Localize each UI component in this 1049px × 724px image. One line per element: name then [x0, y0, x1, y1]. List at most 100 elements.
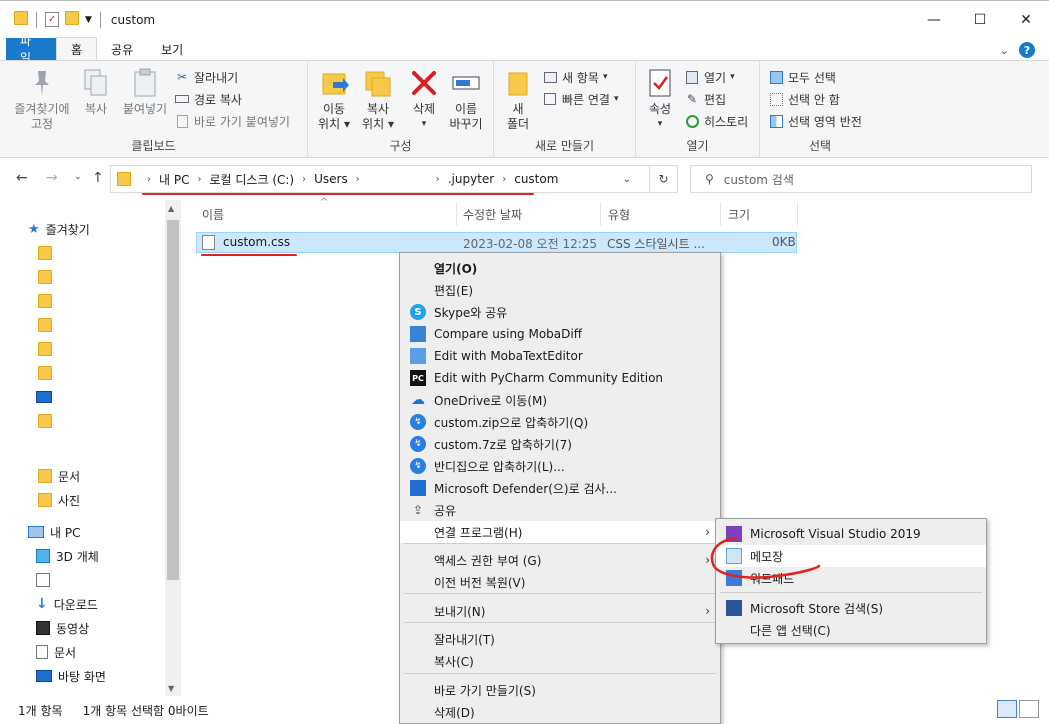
tab-share[interactable]: 공유	[97, 38, 147, 60]
easy-access-button[interactable]: 빠른 연결 ▾	[542, 89, 619, 109]
pin-to-quick-access-button[interactable]: 즐겨찾기에 고정	[10, 67, 74, 132]
sidebar-item-folder[interactable]	[38, 339, 52, 359]
sidebar-item-pictures[interactable]: 사진	[38, 490, 80, 510]
context-menu-item[interactable]: 연결 프로그램(H) ›	[400, 521, 720, 543]
column-divider[interactable]	[600, 202, 601, 226]
move-to-button[interactable]: 이동 위치 ▾	[314, 67, 354, 132]
open-with-item[interactable]: Microsoft Store 검색(S)	[716, 597, 986, 619]
breadcrumb-users[interactable]: Users	[314, 172, 348, 186]
scroll-up-icon[interactable]: ▲	[168, 204, 174, 213]
sidebar-item-this-pc[interactable]: 내 PC	[28, 522, 80, 542]
column-divider[interactable]	[797, 202, 798, 226]
context-menu-item[interactable]: ☁ OneDrive로 이동(M)	[400, 389, 720, 411]
file-name[interactable]: custom.css	[223, 235, 290, 249]
rename-button[interactable]: 이름 바꾸기	[444, 67, 488, 132]
edit-button[interactable]: ✎ 편집	[684, 89, 726, 109]
properties-button[interactable]: 속성 ▾	[642, 67, 678, 132]
context-menu-item[interactable]: 이전 버전 복원(V)	[400, 571, 720, 593]
breadcrumb-this-pc[interactable]: 내 PC	[159, 171, 189, 188]
scroll-down-icon[interactable]: ▼	[168, 684, 174, 693]
search-box[interactable]: ⚲ custom 검색	[690, 165, 1032, 193]
history-button[interactable]: 히스토리	[684, 111, 748, 131]
details-view-icon[interactable]	[997, 700, 1017, 718]
refresh-icon[interactable]: ↻	[650, 165, 678, 193]
sidebar-item-folder[interactable]	[38, 267, 52, 287]
sidebar-item-folder[interactable]	[38, 243, 52, 263]
chevron-down-icon[interactable]: ⌄	[1000, 44, 1009, 57]
tab-file[interactable]: 파일	[6, 34, 56, 65]
sidebar-item-folder[interactable]	[38, 411, 52, 431]
tab-home[interactable]: 홈	[56, 37, 98, 60]
select-none-button[interactable]: 선택 안 함	[768, 89, 840, 109]
sidebar-item-downloads[interactable]: ↓ 다운로드	[36, 594, 98, 614]
sidebar-item-desktop-shortcut[interactable]	[36, 387, 52, 407]
breadcrumb-local-disk[interactable]: 로컬 디스크 (C:)	[209, 171, 294, 188]
copy-button[interactable]: 복사	[78, 67, 114, 117]
column-header-modified[interactable]: 수정한 날짜	[463, 202, 522, 226]
sidebar-item-documents-pc[interactable]: 문서	[36, 642, 76, 662]
context-menu-item[interactable]: Compare using MobaDiff	[400, 323, 720, 345]
delete-button[interactable]: 삭제 ▾	[406, 67, 442, 132]
context-menu-item[interactable]: ⇪ 공유	[400, 499, 720, 521]
search-input[interactable]: custom 검색	[724, 171, 794, 188]
help-icon[interactable]: ?	[1019, 42, 1035, 58]
properties-quick-icon[interactable]: ✓	[45, 12, 59, 27]
column-header-name[interactable]: 이름	[202, 202, 224, 226]
copy-path-button[interactable]: 경로 복사	[174, 89, 242, 109]
maximize-button[interactable]: ☐	[957, 1, 1003, 39]
context-menu-item[interactable]: Microsoft Defender(으)로 검사...	[400, 477, 720, 499]
context-menu-item[interactable]: 액세스 권한 부여 (G) ›	[400, 549, 720, 571]
column-header-type[interactable]: 유형	[608, 202, 630, 226]
context-menu-item[interactable]: 복사(C)	[400, 650, 720, 672]
sidebar-item-videos[interactable]: 동영상	[36, 618, 89, 638]
new-folder-quick-icon[interactable]	[65, 11, 79, 28]
new-item-button[interactable]: 새 항목 ▾	[542, 67, 607, 87]
select-all-button[interactable]: 모두 선택	[768, 67, 836, 87]
sidebar-item-folder[interactable]	[38, 291, 52, 311]
paste-button[interactable]: 붙여넣기	[118, 67, 172, 117]
context-menu-item[interactable]: ↯ custom.7z로 압축하기(7)	[400, 433, 720, 455]
context-menu-item[interactable]: 잘라내기(T)	[400, 628, 720, 650]
large-icons-view-icon[interactable]	[1019, 700, 1039, 718]
minimize-button[interactable]: —	[911, 1, 957, 39]
sidebar-item-folder[interactable]	[38, 315, 52, 335]
properties-dropdown-icon[interactable]: ▾	[658, 117, 663, 132]
column-header-size[interactable]: 크기	[728, 202, 750, 226]
forward-arrow-icon[interactable]: →	[46, 170, 58, 186]
delete-dropdown-icon[interactable]: ▾	[422, 117, 427, 132]
copy-to-button[interactable]: 복사 위치 ▾	[358, 67, 398, 132]
up-arrow-icon[interactable]: ↑	[92, 170, 104, 186]
open-with-item[interactable]: 다른 앱 선택(C)	[716, 619, 986, 641]
sidebar-item-documents[interactable]: 문서	[38, 466, 80, 486]
sidebar-item-3d-objects[interactable]: 3D 개체	[36, 546, 99, 566]
breadcrumb-jupyter[interactable]: .jupyter	[448, 172, 495, 186]
context-menu-item[interactable]: ↯ 반디집으로 압축하기(L)...	[400, 455, 720, 477]
column-divider[interactable]	[720, 202, 721, 226]
recent-locations-chevron-icon[interactable]: ⌄	[74, 172, 82, 182]
sidebar-item-desktop[interactable]: 바탕 화면	[36, 666, 106, 686]
open-button[interactable]: 열기 ▾	[684, 67, 735, 87]
context-menu-item[interactable]: 보내기(N) ›	[400, 600, 720, 622]
invert-selection-button[interactable]: 선택 영역 반전	[768, 111, 862, 131]
paste-shortcut-button[interactable]: 바로 가기 붙여넣기	[174, 111, 290, 131]
context-menu-item[interactable]: Edit with MobaTextEditor	[400, 345, 720, 367]
context-menu-item[interactable]: ↯ custom.zip으로 압축하기(Q)	[400, 411, 720, 433]
tab-view[interactable]: 보기	[147, 38, 197, 60]
column-divider[interactable]	[456, 202, 457, 226]
close-button[interactable]: ✕	[1003, 1, 1049, 39]
breadcrumb-custom[interactable]: custom	[514, 172, 558, 186]
sidebar-scrollbar-thumb[interactable]	[167, 220, 179, 580]
context-menu-item[interactable]: 편집(E)	[400, 279, 720, 301]
address-bar[interactable]: › 내 PC › 로컬 디스크 (C:) › Users › › .jupyte…	[110, 165, 650, 193]
sidebar-item-folder[interactable]	[38, 363, 52, 383]
cut-button[interactable]: ✂ 잘라내기	[174, 67, 238, 87]
sidebar-item-hidden[interactable]	[36, 570, 50, 590]
address-dropdown-icon[interactable]: ⌄	[623, 174, 631, 185]
context-menu-item[interactable]: S Skype와 공유	[400, 301, 720, 323]
new-folder-button[interactable]: 새 폴더	[500, 67, 536, 132]
context-menu-item[interactable]: PC Edit with PyCharm Community Edition	[400, 367, 720, 389]
quick-access-dropdown-icon[interactable]: ▼	[85, 15, 92, 25]
back-arrow-icon[interactable]: ←	[16, 170, 28, 186]
sidebar-item-quick-access[interactable]: ★ 즐겨찾기	[28, 219, 90, 239]
context-menu-item[interactable]: 열기(O)	[400, 257, 720, 279]
